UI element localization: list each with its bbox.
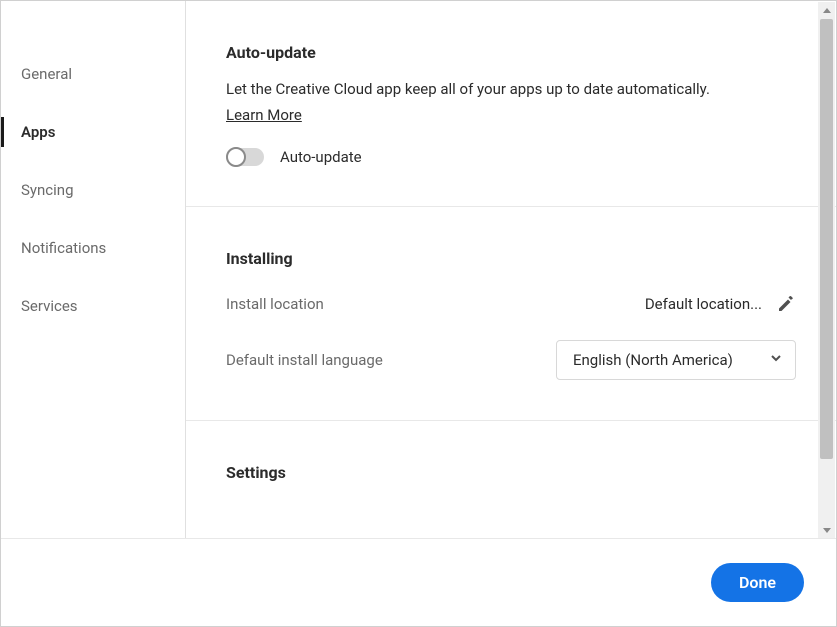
install-language-select[interactable]: English (North America) xyxy=(556,340,796,380)
footer: Done xyxy=(1,538,836,626)
installing-title: Installing xyxy=(226,249,796,268)
arrow-down-icon xyxy=(822,525,832,535)
install-language-row: Default install language English (North … xyxy=(226,340,796,380)
done-button[interactable]: Done xyxy=(711,563,804,602)
edit-location-button[interactable] xyxy=(776,294,796,314)
install-location-value: Default location... xyxy=(645,295,762,313)
scroll-down-button[interactable] xyxy=(818,521,835,538)
sidebar-item-notifications[interactable]: Notifications xyxy=(1,219,185,277)
sidebar-item-services[interactable]: Services xyxy=(1,277,185,335)
sidebar-item-syncing[interactable]: Syncing xyxy=(1,161,185,219)
installing-section: Installing Install location Default loca… xyxy=(186,207,836,421)
scroll-track[interactable] xyxy=(818,19,835,521)
toggle-knob xyxy=(226,147,246,167)
auto-update-description: Let the Creative Cloud app keep all of y… xyxy=(226,78,796,101)
main-panel: Auto-update Let the Creative Cloud app k… xyxy=(186,1,836,539)
install-language-select-value: English (North America) xyxy=(573,351,733,369)
scroll-thumb[interactable] xyxy=(820,19,833,459)
settings-section: Settings xyxy=(186,421,836,508)
sidebar-item-apps[interactable]: Apps xyxy=(1,103,185,161)
auto-update-toggle[interactable] xyxy=(226,148,264,166)
scrollbar xyxy=(818,2,835,538)
chevron-down-icon xyxy=(769,351,783,369)
auto-update-section: Auto-update Let the Creative Cloud app k… xyxy=(186,1,836,207)
auto-update-title: Auto-update xyxy=(226,43,796,62)
install-location-row: Install location Default location... xyxy=(226,294,796,314)
arrow-up-icon xyxy=(822,6,832,16)
pencil-icon xyxy=(777,295,795,313)
install-location-label: Install location xyxy=(226,295,324,313)
install-language-label: Default install language xyxy=(226,351,383,369)
auto-update-toggle-row: Auto-update xyxy=(226,148,796,166)
auto-update-toggle-label: Auto-update xyxy=(280,148,362,166)
settings-title: Settings xyxy=(226,463,796,482)
sidebar: General Apps Syncing Notifications Servi… xyxy=(1,1,186,539)
scroll-up-button[interactable] xyxy=(818,2,835,19)
learn-more-link[interactable]: Learn More xyxy=(226,106,302,124)
sidebar-item-general[interactable]: General xyxy=(1,45,185,103)
